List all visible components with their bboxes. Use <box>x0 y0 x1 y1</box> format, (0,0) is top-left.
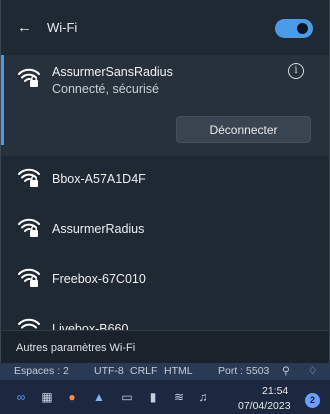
volume-icon[interactable]: ♫ <box>196 390 210 404</box>
wifi-title: Wi-Fi <box>47 20 78 35</box>
network-name: AssurmerRadius <box>52 222 145 236</box>
disconnect-button[interactable]: Déconnecter <box>176 116 311 143</box>
pin-icon[interactable]: ▲ <box>92 390 106 404</box>
status-encoding[interactable]: UTF-8 <box>94 365 124 377</box>
grid-icon[interactable]: ▦ <box>40 390 54 404</box>
toggle-knob <box>297 23 308 34</box>
connected-network-name: AssurmerSansRadius <box>52 65 173 79</box>
status-eol[interactable]: CRLF <box>130 365 157 377</box>
person-icon[interactable]: ⚲ <box>282 365 290 377</box>
network-item[interactable]: Freebox-67C010 <box>0 256 330 306</box>
more-wifi-settings-link[interactable]: Autres paramètres Wi-Fi <box>16 342 135 354</box>
network-name: Livebox-B660 <box>52 322 129 330</box>
status-spaces[interactable]: Espaces : 2 <box>14 365 69 377</box>
taskbar: ∞ ▦ ● ▲ ▭ ▮ ≋ ♫ 21:54 07/04/2023 2 <box>0 380 330 414</box>
secured-wifi-icon <box>18 68 40 87</box>
clock-time[interactable]: 21:54 <box>262 385 288 397</box>
status-language[interactable]: HTML <box>164 365 193 377</box>
network-name: Freebox-67C010 <box>52 272 146 286</box>
back-arrow-icon[interactable]: ← <box>17 20 33 36</box>
secured-wifi-icon <box>18 268 40 287</box>
wifi-tray-icon[interactable]: ≋ <box>172 390 186 404</box>
secured-wifi-icon <box>18 168 40 187</box>
secured-wifi-icon <box>18 318 40 329</box>
device-icon[interactable]: ▭ <box>120 390 134 404</box>
network-item[interactable]: Bbox-A57A1D4F <box>0 156 330 206</box>
notification-badge[interactable]: 2 <box>305 393 320 408</box>
network-item[interactable]: AssurmerRadius <box>0 206 330 256</box>
butterfly-icon[interactable]: ∞ <box>14 390 28 404</box>
network-name: Bbox-A57A1D4F <box>52 172 146 186</box>
connection-status: Connecté, sécurisé <box>52 82 160 96</box>
selected-accent-bar <box>0 55 4 145</box>
wifi-toggle[interactable] <box>275 19 313 38</box>
info-icon[interactable]: i <box>288 63 304 79</box>
network-item[interactable]: Livebox-B660 <box>0 306 330 330</box>
connected-network[interactable]: AssurmerSansRadius Connecté, sécurisé i … <box>0 55 330 156</box>
editor-status-bar: Espaces : 2 UTF-8 CRLF HTML Port : 5503 … <box>0 363 330 380</box>
secured-wifi-icon <box>18 218 40 237</box>
clock-date[interactable]: 07/04/2023 <box>238 400 291 412</box>
wifi-footer: Autres paramètres Wi-Fi <box>0 330 330 363</box>
wifi-flyout: ← Wi-Fi AssurmerSansRadius Connecté, séc… <box>0 0 330 363</box>
usb-icon[interactable]: ▮ <box>146 390 160 404</box>
status-port[interactable]: Port : 5503 <box>218 365 269 377</box>
app-icon[interactable]: ● <box>65 390 79 404</box>
bell-icon[interactable]: ♢ <box>308 365 317 377</box>
wifi-header: ← Wi-Fi <box>0 14 330 48</box>
